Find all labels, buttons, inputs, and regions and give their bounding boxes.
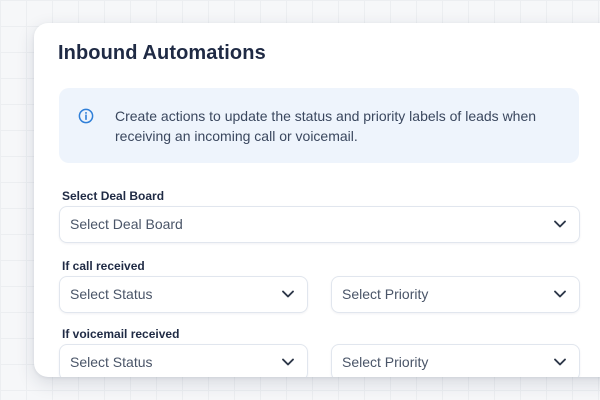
info-circle-icon <box>78 108 94 124</box>
info-banner: Create actions to update the status and … <box>59 88 579 163</box>
chevron-down-icon <box>554 358 566 366</box>
voicemail-status-select[interactable]: Select Status <box>59 344 308 377</box>
call-status-select-value: Select Status <box>70 286 153 302</box>
voicemail-priority-select-value: Select Priority <box>342 354 429 370</box>
chevron-down-icon <box>282 290 294 298</box>
call-priority-select[interactable]: Select Priority <box>331 276 580 313</box>
info-banner-text: Create actions to update the status and … <box>115 108 537 144</box>
voicemail-status-select-value: Select Status <box>70 354 153 370</box>
call-priority-select-value: Select Priority <box>342 286 429 302</box>
voicemail-priority-select[interactable]: Select Priority <box>331 344 580 377</box>
chevron-down-icon <box>554 220 566 228</box>
voicemail-received-label: If voicemail received <box>62 327 180 341</box>
chevron-down-icon <box>554 290 566 298</box>
chevron-down-icon <box>282 358 294 366</box>
call-received-label: If call received <box>62 259 145 273</box>
deal-board-select-value: Select Deal Board <box>70 216 183 232</box>
deal-board-label: Select Deal Board <box>62 189 165 203</box>
inbound-automations-panel: Inbound Automations Create actions to up… <box>34 23 600 377</box>
panel-title: Inbound Automations <box>58 42 266 64</box>
call-status-select[interactable]: Select Status <box>59 276 308 313</box>
deal-board-select[interactable]: Select Deal Board <box>59 206 580 243</box>
